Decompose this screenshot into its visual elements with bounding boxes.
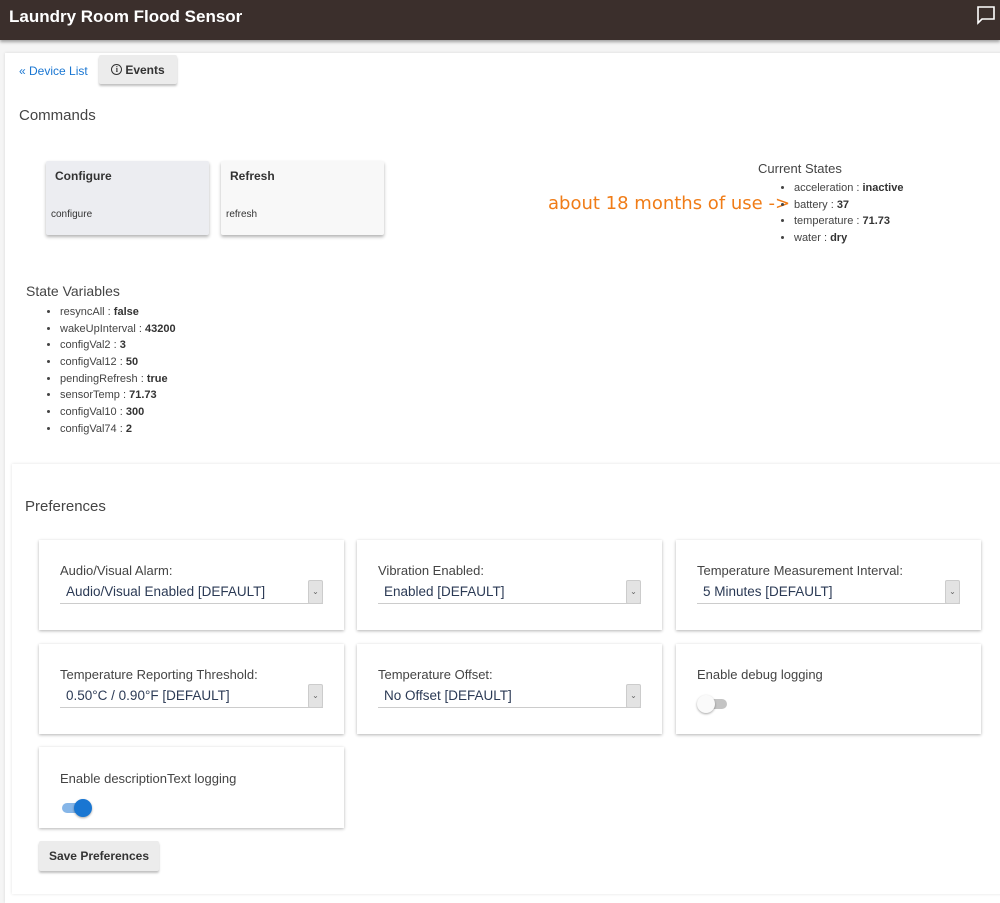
top-bar: Laundry Room Flood Sensor [0,0,1000,40]
select-value: Enabled [DEFAULT] [384,584,505,599]
pref-label: Temperature Offset: [378,667,493,682]
save-preferences-button[interactable]: Save Preferences [39,841,159,871]
chevron-down-icon[interactable]: ⌄ [945,580,960,604]
vibration-enabled-select[interactable]: Enabled [DEFAULT] ⌄ [378,580,641,604]
chat-bubble-icon[interactable] [976,5,996,25]
temperature-reporting-threshold-select[interactable]: 0.50°C / 0.90°F [DEFAULT] ⌄ [60,684,323,708]
pref-label: Audio/Visual Alarm: [60,563,173,578]
select-value: Audio/Visual Enabled [DEFAULT] [66,584,266,599]
current-states: Current States acceleration : inactive b… [758,161,903,247]
state-variable-item: configVal10 : 300 [60,404,176,421]
select-value: No Offset [DEFAULT] [384,688,512,703]
pref-label: Enable debug logging [697,667,823,682]
state-item: water : dry [794,230,903,247]
command-name: Configure [55,169,112,183]
annotation-text: about 18 months of use -> [548,193,791,214]
pref-label: Temperature Reporting Threshold: [60,667,258,682]
chevron-down-icon[interactable]: ⌄ [626,684,641,708]
command-name: Refresh [230,169,275,183]
temperature-offset-select[interactable]: No Offset [DEFAULT] ⌄ [378,684,641,708]
pref-debug-logging: Enable debug logging [676,644,981,734]
preferences-heading: Preferences [25,498,106,515]
events-button[interactable]: i Events [99,55,177,84]
info-icon: i [111,64,123,75]
audio-visual-alarm-select[interactable]: Audio/Visual Enabled [DEFAULT] ⌄ [60,580,323,604]
chevron-down-icon[interactable]: ⌄ [626,580,641,604]
description-text-logging-toggle[interactable] [60,799,92,817]
toggle-knob [697,695,715,713]
state-variable-item: configVal2 : 3 [60,337,176,354]
pref-label: Temperature Measurement Interval: [697,563,903,578]
temperature-measurement-interval-select[interactable]: 5 Minutes [DEFAULT] ⌄ [697,580,960,604]
state-variable-item: configVal12 : 50 [60,354,176,371]
state-variable-item: configVal74 : 2 [60,421,176,438]
pref-description-text-logging: Enable descriptionText logging [39,747,344,828]
events-button-label: Events [125,62,165,77]
pref-vibration-enabled: Vibration Enabled: Enabled [DEFAULT] ⌄ [357,540,662,630]
state-variable-item: resyncAll : false [60,304,176,321]
command-configure[interactable]: Configure configure [46,161,209,235]
current-states-list: acceleration : inactive battery : 37 tem… [780,180,903,247]
state-item: acceleration : inactive [794,180,903,197]
current-states-heading: Current States [758,161,842,176]
chevron-down-icon[interactable]: ⌄ [308,580,323,604]
debug-logging-toggle[interactable] [697,695,729,713]
pref-temperature-offset: Temperature Offset: No Offset [DEFAULT] … [357,644,662,734]
page-title: Laundry Room Flood Sensor [9,7,243,26]
chevron-down-icon[interactable]: ⌄ [308,684,323,708]
state-variables: resyncAll : false wakeUpInterval : 43200… [48,304,176,438]
state-item: battery : 37 [794,197,903,214]
pref-audio-visual-alarm: Audio/Visual Alarm: Audio/Visual Enabled… [39,540,344,630]
state-variable-item: wakeUpInterval : 43200 [60,321,176,338]
pref-temperature-reporting-threshold: Temperature Reporting Threshold: 0.50°C … [39,644,344,734]
toggle-knob [74,799,92,817]
device-list-link[interactable]: « Device List [19,64,88,78]
select-value: 0.50°C / 0.90°F [DEFAULT] [66,688,230,703]
command-method: configure [51,209,93,220]
pref-temperature-measurement-interval: Temperature Measurement Interval: 5 Minu… [676,540,981,630]
pref-label: Enable descriptionText logging [60,771,237,786]
state-variable-item: pendingRefresh : true [60,371,176,388]
state-variable-item: sensorTemp : 71.73 [60,387,176,404]
select-value: 5 Minutes [DEFAULT] [703,584,833,599]
pref-label: Vibration Enabled: [378,563,485,578]
command-refresh[interactable]: Refresh refresh [221,161,384,235]
state-variables-list: resyncAll : false wakeUpInterval : 43200… [48,304,176,438]
state-variables-heading: State Variables [26,283,120,299]
state-item: temperature : 71.73 [794,213,903,230]
command-method: refresh [226,209,258,220]
commands-heading: Commands [19,107,96,124]
